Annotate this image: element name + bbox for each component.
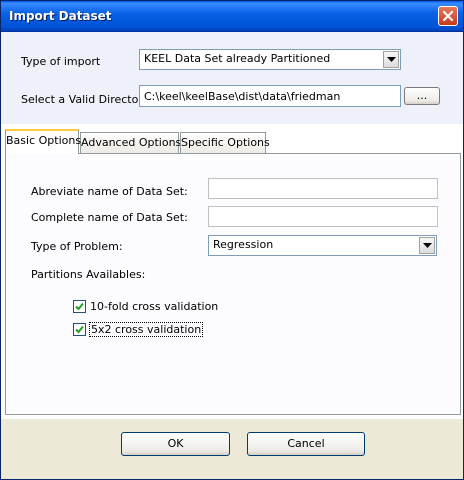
import-settings-panel: Type of import KEEL Data Set already Par… — [1, 32, 463, 124]
check-icon — [75, 302, 84, 311]
close-icon — [442, 10, 454, 22]
abbrev-name-label: Abreviate name of Data Set: — [31, 185, 188, 198]
check-icon — [75, 325, 84, 334]
type-of-import-label: Type of import — [21, 55, 101, 68]
ok-button[interactable]: OK — [121, 432, 230, 456]
tab-specific-options[interactable]: Specific Options — [180, 132, 270, 153]
ten-fold-checkbox[interactable] — [73, 300, 86, 313]
tab-advanced-options[interactable]: Advanced Options — [80, 132, 181, 153]
problem-type-label: Type of Problem: — [31, 240, 123, 253]
chevron-down-icon — [423, 243, 432, 248]
directory-value: C:\keel\keelBase\dist\data\friedman — [144, 90, 341, 103]
type-of-import-dropdown-button[interactable] — [383, 51, 399, 68]
directory-label: Select a Valid Directory — [21, 93, 150, 106]
tab-basic-options[interactable]: Basic Options — [5, 129, 81, 154]
dialog-button-bar: OK Cancel — [1, 419, 463, 479]
five-by-two-label[interactable]: 5x2 cross validation — [89, 322, 204, 337]
problem-type-value: Regression — [213, 238, 274, 251]
directory-field[interactable]: C:\keel\keelBase\dist\data\friedman — [139, 85, 401, 107]
ten-fold-label[interactable]: 10-fold cross validation — [90, 300, 218, 313]
abbrev-name-field[interactable] — [208, 178, 438, 199]
problem-type-select[interactable]: Regression — [208, 235, 437, 256]
title-bar[interactable]: Import Dataset — [1, 1, 463, 32]
type-of-import-value: KEEL Data Set already Partitioned — [144, 52, 331, 65]
cancel-button[interactable]: Cancel — [247, 432, 365, 456]
basic-options-panel: Abreviate name of Data Set: Complete nam… — [5, 153, 461, 415]
complete-name-field[interactable] — [208, 206, 438, 227]
chevron-down-icon — [387, 57, 396, 62]
type-of-import-select[interactable]: KEEL Data Set already Partitioned — [139, 49, 401, 70]
window-title: Import Dataset — [9, 9, 112, 23]
close-button[interactable] — [438, 6, 458, 26]
import-dataset-dialog: Import Dataset Type of import KEEL Data … — [0, 0, 464, 480]
browse-button[interactable]: ... — [404, 87, 440, 105]
problem-type-dropdown-button[interactable] — [419, 237, 435, 254]
partitions-label: Partitions Availables: — [31, 268, 146, 281]
five-by-two-checkbox[interactable] — [73, 323, 86, 336]
complete-name-label: Complete name of Data Set: — [31, 211, 188, 224]
